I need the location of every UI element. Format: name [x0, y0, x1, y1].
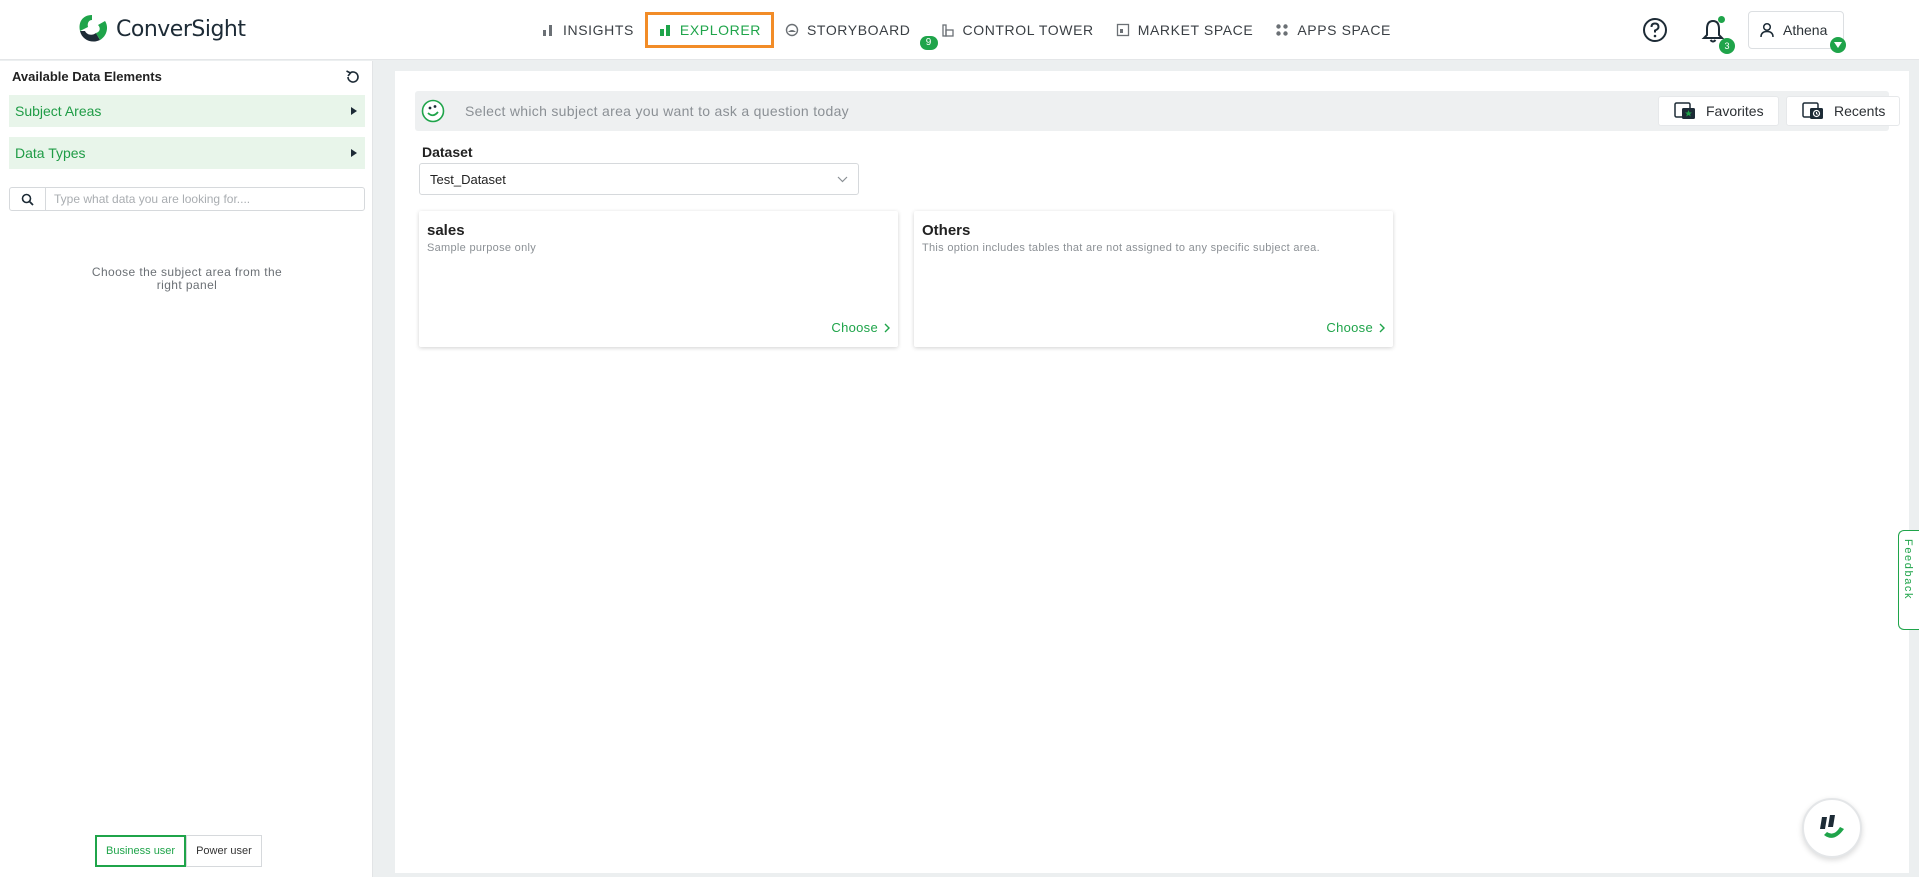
recents-label: Recents	[1834, 103, 1886, 119]
recents-icon	[1802, 102, 1823, 119]
user-name: Athena	[1783, 22, 1828, 38]
nav-apps-space-label: APPS SPACE	[1297, 22, 1391, 38]
chat-bot-icon	[1820, 815, 1844, 838]
bot-face-icon	[421, 99, 445, 123]
chevron-down-icon	[837, 176, 848, 182]
subject-areas-label: Subject Areas	[15, 103, 102, 119]
data-elements-sidebar: Available Data Elements Subject Areas Da…	[0, 61, 373, 877]
main-nav: INSIGHTS EXPLORER STORYBOARD 9 CONTROL T…	[530, 0, 1402, 60]
nav-market-space-label: MARKET SPACE	[1137, 22, 1254, 38]
caret-right-icon	[351, 149, 357, 157]
feedback-tab[interactable]: Feedback	[1898, 530, 1919, 630]
favorites-label: Favorites	[1706, 103, 1764, 119]
choose-button[interactable]: Choose	[831, 320, 890, 335]
chevron-right-icon	[1379, 323, 1385, 332]
choose-label: Choose	[1326, 320, 1373, 335]
market-space-icon	[1116, 23, 1129, 37]
control-tower-icon	[941, 24, 954, 37]
help-icon[interactable]	[1642, 17, 1668, 43]
top-header: ConverSight INSIGHTS EXPLORER STORYBOARD…	[0, 0, 1919, 60]
bar-chart-icon	[543, 25, 552, 36]
card-title: Others	[922, 222, 971, 239]
data-search-box	[9, 187, 365, 211]
nav-market-space[interactable]: MARKET SPACE	[1105, 12, 1265, 48]
ask-bar: Select which subject area you want to as…	[415, 91, 1901, 131]
conversight-logo-icon	[79, 15, 108, 42]
feedback-label: Feedback	[1902, 539, 1914, 601]
user-icon	[1760, 22, 1774, 38]
reset-icon[interactable]	[344, 68, 362, 86]
power-user-button[interactable]: Power user	[186, 835, 262, 867]
favorites-icon	[1674, 102, 1695, 119]
nav-insights[interactable]: INSIGHTS	[530, 12, 645, 48]
nav-apps-space[interactable]: APPS SPACE	[1264, 12, 1402, 48]
favorites-button[interactable]: Favorites	[1658, 96, 1779, 126]
dataset-value: Test_Dataset	[430, 171, 506, 187]
ask-prompt: Select which subject area you want to as…	[465, 103, 849, 119]
sidebar-item-subject-areas[interactable]: Subject Areas	[9, 95, 365, 127]
brand-name: ConverSight	[116, 16, 246, 42]
business-user-button[interactable]: Business user	[95, 835, 187, 867]
card-description: This option includes tables that are not…	[922, 242, 1320, 254]
card-description: Sample purpose only	[427, 242, 537, 254]
nav-control-tower-label: CONTROL TOWER	[962, 22, 1094, 38]
dataset-select[interactable]: Test_Dataset	[419, 163, 859, 195]
search-icon[interactable]	[10, 188, 46, 210]
explorer-icon	[659, 25, 670, 36]
nav-explorer[interactable]: EXPLORER	[644, 12, 774, 48]
sidebar-item-data-types[interactable]: Data Types	[9, 137, 365, 169]
main-panel: Select which subject area you want to as…	[395, 71, 1909, 873]
choose-label: Choose	[831, 320, 878, 335]
storyboard-icon	[785, 23, 799, 37]
chat-assistant-button[interactable]	[1802, 798, 1862, 858]
nav-storyboard[interactable]: STORYBOARD 9	[774, 12, 938, 50]
nav-insights-label: INSIGHTS	[563, 22, 634, 38]
sidebar-title: Available Data Elements	[12, 69, 162, 84]
caret-right-icon	[351, 107, 357, 115]
subject-area-card-others: Others This option includes tables that …	[914, 211, 1393, 347]
notification-count-badge: 3	[1719, 38, 1735, 54]
notification-dot	[1718, 16, 1725, 23]
chevron-down-icon[interactable]	[1830, 37, 1846, 53]
card-title: sales	[427, 222, 465, 239]
subject-area-card-sales: sales Sample purpose only Choose	[419, 211, 898, 347]
recents-button[interactable]: Recents	[1786, 96, 1901, 126]
user-mode-toggle: Business user Power user	[95, 835, 262, 867]
apps-space-icon	[1276, 24, 1289, 36]
choose-button[interactable]: Choose	[1326, 320, 1385, 335]
conversight-logo[interactable]: ConverSight	[76, 13, 246, 45]
dataset-label: Dataset	[422, 144, 473, 160]
sidebar-hint: Choose the subject area from the right p…	[91, 265, 283, 292]
chevron-right-icon	[884, 323, 890, 332]
nav-explorer-label: EXPLORER	[679, 22, 761, 38]
data-types-label: Data Types	[15, 145, 86, 161]
data-search-input[interactable]	[46, 189, 364, 209]
nav-storyboard-label: STORYBOARD	[806, 22, 911, 38]
nav-control-tower[interactable]: CONTROL TOWER	[930, 12, 1105, 48]
